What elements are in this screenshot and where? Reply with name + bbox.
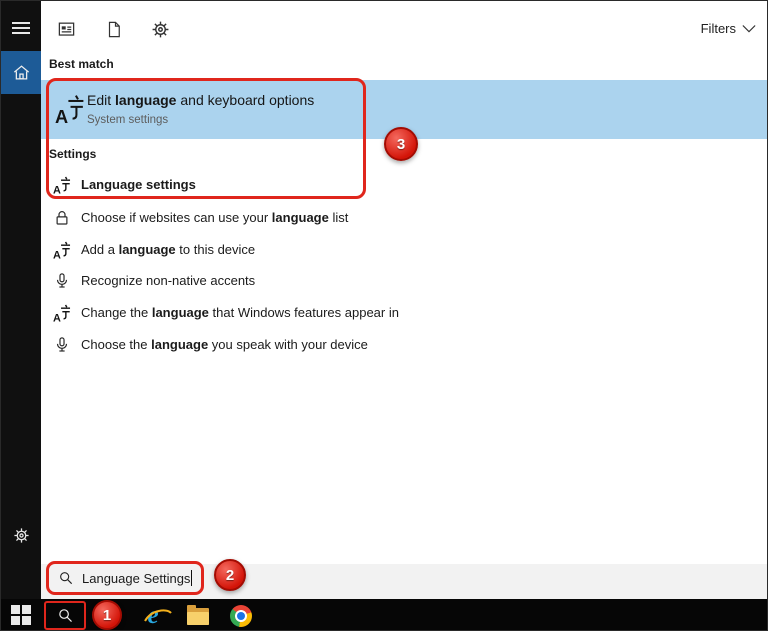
chevron-down-icon: [742, 24, 756, 32]
result-websites-language-list[interactable]: Choose if websites can use your language…: [41, 203, 767, 233]
result-speech-language[interactable]: Choose the language you speak with your …: [41, 330, 767, 360]
result-label: Choose if websites can use your language…: [81, 210, 349, 225]
best-match-header: Best match: [49, 57, 114, 71]
gear-icon: [13, 527, 29, 543]
result-label: Add a language to this device: [81, 242, 256, 257]
filters-dropdown[interactable]: Filters: [701, 21, 756, 36]
search-icon: [58, 609, 72, 622]
sidebar-item-settings[interactable]: [1, 520, 41, 550]
filter-icon-group: [57, 20, 170, 39]
language-icon: A: [53, 304, 71, 322]
documents-filter-icon[interactable]: [104, 20, 123, 39]
language-icon: A: [53, 176, 71, 194]
microphone-icon: [53, 336, 71, 354]
search-input-value: Language Settings: [82, 570, 191, 586]
annotation-badge-3: 3: [384, 127, 418, 161]
result-change-display-language[interactable]: A Change the language that Windows featu…: [41, 298, 767, 328]
result-label: Choose the language you speak with your …: [81, 337, 368, 352]
svg-text:A: A: [55, 107, 68, 124]
ie-orbit: [144, 609, 173, 622]
search-top-bar: Filters: [41, 1, 767, 57]
search-icon: [60, 572, 73, 585]
annotation-badge-2: 2: [214, 559, 246, 591]
result-label: Recognize non-native accents: [81, 273, 256, 288]
search-bar-strip: Language Settings 2: [41, 559, 767, 599]
svg-text:A: A: [53, 312, 61, 322]
annotation-badge-1: 1: [92, 600, 122, 630]
best-match-title: Edit language and keyboard options: [87, 92, 315, 108]
start-button[interactable]: [11, 605, 31, 625]
lock-icon: [53, 209, 71, 227]
text-caret: [191, 570, 193, 586]
language-icon: A: [53, 241, 71, 259]
windows-search-flyout: Filters Best match A Edit language and k…: [0, 0, 768, 631]
result-label: Language settings: [81, 177, 196, 192]
settings-header: Settings: [49, 147, 97, 161]
result-language-settings[interactable]: A Language settings: [41, 170, 767, 200]
svg-text:A: A: [53, 249, 61, 259]
best-match-subtitle: System settings: [87, 114, 169, 126]
internet-explorer-icon[interactable]: e: [141, 603, 173, 628]
hamburger-menu-button[interactable]: [12, 22, 30, 37]
language-icon: A: [55, 94, 85, 124]
svg-text:A: A: [53, 184, 61, 194]
chrome-icon[interactable]: [229, 604, 253, 628]
microphone-icon: [53, 272, 71, 290]
settings-filter-icon[interactable]: [151, 20, 170, 39]
search-input[interactable]: Language Settings: [46, 561, 204, 595]
home-icon: [13, 65, 29, 80]
file-explorer-icon[interactable]: [186, 604, 210, 628]
result-label: Change the language that Windows feature…: [81, 305, 399, 320]
filters-label: Filters: [700, 21, 736, 36]
apps-filter-icon[interactable]: [57, 20, 76, 39]
taskbar-search-button[interactable]: [44, 601, 86, 630]
search-sidebar: [1, 1, 41, 599]
result-add-language[interactable]: A Add a language to this device: [41, 235, 767, 265]
sidebar-item-home[interactable]: [1, 51, 41, 94]
result-recognize-accents[interactable]: Recognize non-native accents: [41, 266, 767, 296]
